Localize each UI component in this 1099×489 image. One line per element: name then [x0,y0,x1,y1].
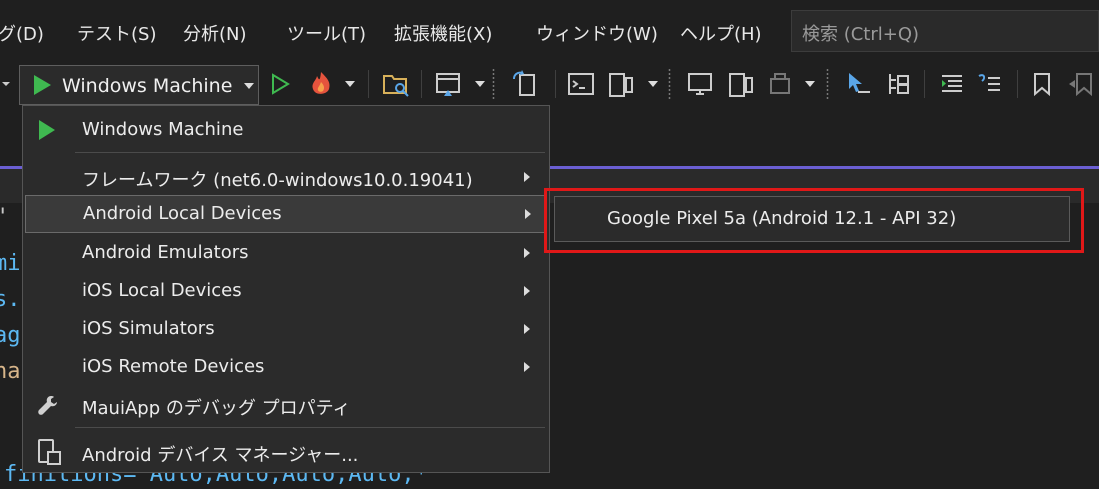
chevron-right-icon [524,286,530,296]
comment-lines-icon[interactable] [974,66,1006,102]
play-icon [39,120,55,140]
dropdown-item-windows-machine[interactable]: Windows Machine [24,111,548,149]
dropdown-item-label: iOS Remote Devices [82,356,265,377]
chevron-down-icon[interactable] [802,66,818,102]
menu-help[interactable]: ヘルプ(H) [680,20,762,46]
dropdown-item-label: Android デバイス マネージャー... [82,445,359,466]
menu-tools[interactable]: ツール(T) [287,20,366,46]
chevron-down-icon[interactable] [342,66,358,102]
wrench-icon [38,396,57,415]
terminal-icon[interactable] [565,66,597,102]
menu-separator [75,427,545,428]
menu-test[interactable]: テスト(S) [77,20,156,46]
format-document-icon[interactable] [936,66,968,102]
device-icon[interactable] [604,66,636,102]
chevron-right-icon [525,209,531,219]
dropdown-item-label: MauiApp のデバッグ プロパティ [82,398,351,419]
dropdown-item-label: フレームワーク (net6.0-windows10.0.19041) [82,170,473,191]
debug-target-dropdown: Windows Machine フレームワーク (net6.0-windows1… [22,105,550,473]
dropdown-item-label: Android Emulators [82,242,249,263]
live-tree-icon[interactable] [508,66,542,102]
device-manager-icon [38,439,61,465]
chevron-right-icon [524,324,530,334]
code-line: s. [0,287,21,312]
hierarchy-icon[interactable] [882,66,914,102]
device-icon[interactable] [724,66,756,102]
chevron-down-icon[interactable] [645,66,661,102]
hot-reload-icon[interactable] [305,66,337,102]
dropdown-item-ios-remote-devices[interactable]: iOS Remote Devices [24,348,548,386]
dropdown-item-label: Android Local Devices [83,203,282,224]
dropdown-item-ios-local-devices[interactable]: iOS Local Devices [24,272,548,310]
previous-bookmark-icon[interactable] [1066,66,1096,102]
dropdown-item-android-local-devices[interactable]: Android Local Devices [25,195,547,233]
dropdown-item-ios-simulators[interactable]: iOS Simulators [24,310,548,348]
toolbar: Windows Machine [0,62,1099,106]
chevron-right-icon [524,248,530,258]
menu-analyze[interactable]: 分析(N) [183,20,247,46]
dropdown-item-label: iOS Local Devices [82,280,242,301]
search-placeholder: 検索 (Ctrl+Q) [802,24,920,45]
dropdown-item-android-device-manager[interactable]: Android デバイス マネージャー... [24,433,548,471]
open-folder-icon[interactable] [380,66,412,102]
code-line: na [0,359,21,384]
code-line: ag [0,323,21,348]
select-element-icon[interactable] [842,66,874,102]
code-line: mi [0,251,21,276]
menu-debug[interactable]: グ(D) [0,20,44,46]
dropdown-item-framework[interactable]: フレームワーク (net6.0-windows10.0.19041) [24,158,548,196]
monitor-icon[interactable] [684,66,716,102]
dropdown-item-debug-properties[interactable]: MauiApp のデバッグ プロパティ [24,386,548,424]
chevron-down-icon[interactable] [0,66,12,102]
menu-bar: グ(D) テスト(S) 分析(N) ツール(T) 拡張機能(X) ウィンドウ(W… [0,0,1099,62]
package-icon [764,66,796,102]
chevron-down-icon[interactable] [244,83,254,90]
dropdown-item-label: iOS Simulators [82,318,215,339]
chevron-right-icon [524,362,530,372]
dropdown-item-label: Windows Machine [82,119,244,140]
menu-extensions[interactable]: 拡張機能(X) [394,20,492,46]
chevron-right-icon [524,172,530,182]
code-line: " [0,205,7,230]
play-icon [34,75,51,95]
dropdown-item-android-emulators[interactable]: Android Emulators [24,234,548,272]
annotation-highlight-box [544,188,1084,253]
start-without-debugging-icon[interactable] [266,66,294,102]
debug-target-button[interactable]: Windows Machine [19,65,259,105]
xaml-designer-icon[interactable] [432,66,466,102]
chevron-down-icon[interactable] [472,66,488,102]
menu-window[interactable]: ウィンドウ(W) [536,20,658,46]
debug-target-label: Windows Machine [62,75,233,97]
bookmark-icon[interactable] [1028,66,1056,102]
search-input[interactable]: 検索 (Ctrl+Q) [791,10,1099,52]
menu-separator [75,152,545,153]
